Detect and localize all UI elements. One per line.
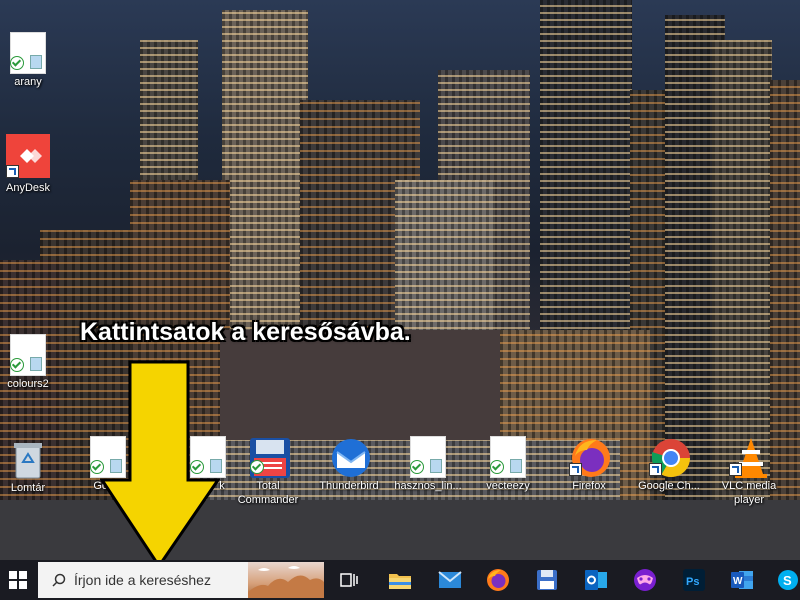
desktop-icon-thunderbird[interactable]: Thunderbird (313, 436, 385, 493)
desktop-icon-vlc[interactable]: VLC media player (713, 436, 785, 507)
shortcut-arrow-icon (569, 463, 582, 476)
desktop-icon-label: Thunderbird (319, 480, 379, 492)
desktop-icon-label: colours2 (7, 378, 49, 390)
desktop-icon-hasznos-linkek[interactable]: hasznos_lin... (392, 436, 464, 493)
task-view-button[interactable] (330, 560, 368, 600)
task-view-icon (340, 573, 358, 587)
taskbar-save-app[interactable] (527, 560, 567, 600)
desktop-icon-label: AnyDesk (5, 182, 51, 194)
file-explorer-icon (389, 574, 411, 589)
search-placeholder: Írjon ide a kereséshez (74, 572, 211, 588)
desktop-icon-arany[interactable]: arany (0, 32, 64, 89)
windows-logo-icon (9, 571, 27, 589)
mail-icon (438, 571, 462, 588)
sync-check-icon (10, 56, 24, 70)
tutorial-annotation: Kattintsatok a keresősávba. (80, 318, 411, 346)
thunderbird-icon (329, 436, 370, 477)
search-icon (52, 573, 66, 587)
desktop-icon-recycle-bin[interactable]: Lomtár (0, 438, 64, 495)
taskbar-file-explorer[interactable] (380, 560, 420, 600)
shortcut-arrow-icon (649, 463, 662, 476)
desktop-icon-label: arany (14, 76, 42, 88)
taskbar-skype[interactable]: S (770, 560, 800, 600)
save-icon (537, 570, 557, 590)
shortcut-arrow-icon (729, 463, 742, 476)
taskbar-mail[interactable] (430, 560, 470, 600)
desktop-icon-google-chrome[interactable]: Google Ch... (633, 436, 705, 493)
skype-icon: S (778, 570, 798, 590)
vlc-icon (729, 436, 769, 478)
svg-text:Ps: Ps (686, 576, 699, 588)
sync-check-icon (490, 460, 504, 474)
firefox-icon (487, 569, 509, 591)
desktop-icon-total-commander[interactable]: Total Commander (232, 436, 304, 507)
sync-check-icon (410, 460, 424, 474)
total-commander-icon (248, 436, 290, 478)
firefox-icon (569, 436, 610, 477)
svg-text:W: W (733, 576, 743, 587)
recycle-bin-icon (8, 438, 48, 479)
desktop-icon-label: vecteezy (486, 480, 530, 492)
shortcut-arrow-icon (6, 165, 19, 178)
desktop-icon-label: Firefox (572, 480, 606, 492)
taskbar-game-app[interactable] (625, 560, 665, 600)
yellow-arrow-icon (100, 360, 220, 560)
taskbar-outlook[interactable] (576, 560, 616, 600)
desktop-icon-label: Lomtár (10, 482, 46, 494)
desktop-icon-anydesk[interactable]: AnyDesk (0, 134, 64, 195)
anydesk-icon (6, 134, 50, 178)
taskbar-photoshop[interactable]: Ps (674, 560, 714, 600)
desktop-icon-label: k (219, 480, 225, 492)
taskbar-search-box[interactable]: Írjon ide a kereséshez (38, 562, 324, 598)
desktop-icon-label: Google Ch... (638, 480, 700, 492)
desktop-icon-label: VLC media player (721, 480, 777, 506)
sync-check-icon (10, 358, 24, 372)
outlook-icon (585, 570, 607, 590)
desktop-icon-label: hasznos_lin... (394, 480, 462, 492)
desktop-icon-firefox[interactable]: Firefox (553, 436, 625, 493)
desktop-icon-vecteezy[interactable]: vecteezy (472, 436, 544, 493)
desktop-icon-label: Total Commander (237, 480, 299, 506)
start-button[interactable] (0, 560, 36, 600)
taskbar-word[interactable]: W (722, 560, 762, 600)
gamepad-icon (634, 569, 656, 591)
word-icon: W (731, 571, 753, 589)
svg-text:S: S (783, 573, 792, 588)
chrome-icon (649, 436, 691, 478)
desktop-icon-colours2[interactable]: colours2 (0, 334, 64, 391)
photoshop-icon: Ps (683, 569, 705, 591)
taskbar-firefox[interactable] (478, 560, 518, 600)
sync-check-icon (250, 460, 264, 474)
search-highlight-image (248, 562, 324, 598)
desktop-background: arany AnyDesk colours2 Lomtár Golde k To… (0, 0, 800, 560)
